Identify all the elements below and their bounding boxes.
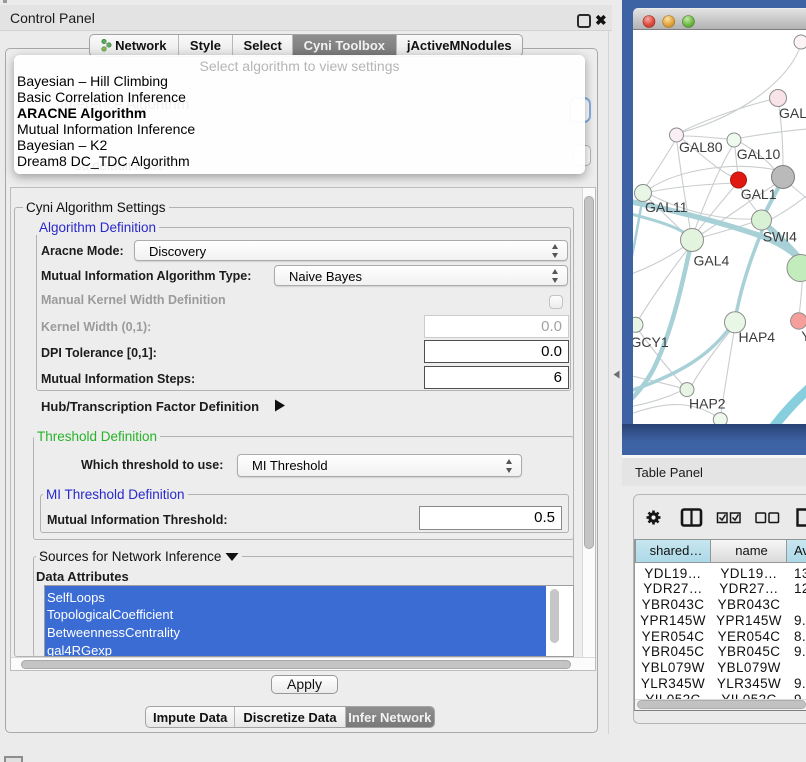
svg-text:Y: Y (801, 328, 806, 344)
svg-text:HAP4: HAP4 (739, 329, 776, 345)
svg-text:SWI4: SWI4 (763, 229, 797, 245)
svg-text:GAL10: GAL10 (737, 146, 781, 162)
svg-text:GAL4: GAL4 (694, 253, 730, 269)
svg-text:HAP2: HAP2 (689, 395, 726, 411)
svg-text:GAL2: GAL2 (779, 105, 806, 121)
svg-text:GCY1: GCY1 (633, 334, 669, 350)
svg-text:GAL80: GAL80 (679, 139, 723, 155)
svg-text:GAL11: GAL11 (645, 199, 688, 215)
svg-text:GAL1: GAL1 (741, 186, 777, 202)
